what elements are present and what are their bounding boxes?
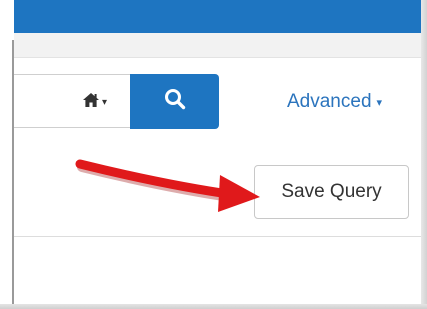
red-arrow-annotation xyxy=(75,159,260,212)
window-right-shadow xyxy=(421,0,427,309)
advanced-search-link[interactable]: Advanced ▾ xyxy=(287,91,382,113)
search-button[interactable] xyxy=(130,74,219,129)
home-icon xyxy=(82,92,100,113)
window-left-edge xyxy=(0,0,14,309)
search-scope-dropdown[interactable]: ▾ xyxy=(82,91,107,113)
chevron-down-icon: ▾ xyxy=(376,96,383,109)
save-query-button[interactable]: Save Query xyxy=(254,165,409,219)
advanced-label: Advanced xyxy=(287,91,372,112)
save-query-label: Save Query xyxy=(281,181,382,202)
secondary-bar xyxy=(14,33,421,58)
section-divider xyxy=(14,236,421,237)
search-icon xyxy=(164,88,186,115)
app-window: ▾ Advanced ▾ Save Query xyxy=(0,0,427,309)
top-navigation-bar xyxy=(14,0,421,33)
chevron-down-icon: ▾ xyxy=(102,96,108,108)
search-input[interactable] xyxy=(14,74,130,128)
window-bottom-shadow xyxy=(0,304,427,309)
